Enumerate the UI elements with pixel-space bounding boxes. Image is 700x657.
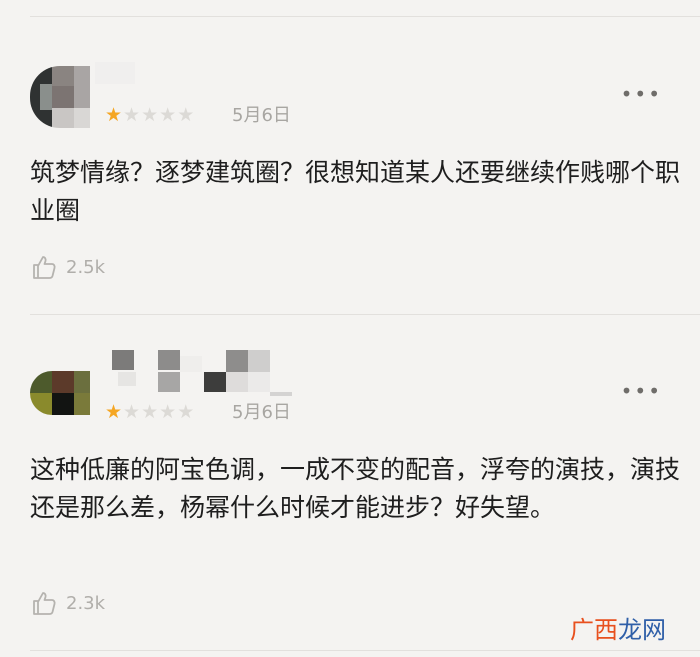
site-watermark: 广西龙网 bbox=[570, 610, 666, 645]
thumbs-up-icon bbox=[30, 589, 58, 617]
more-dots-icon[interactable]: ••• bbox=[621, 84, 662, 104]
review-date: 5月6日 bbox=[232, 105, 291, 126]
like-button[interactable]: 2.5k bbox=[30, 253, 105, 281]
review-text: 这种低廉的阿宝色调，一成不变的配音，浮夸的演技，演技还是那么差，杨幂什么时候才能… bbox=[30, 455, 681, 522]
review-text: 筑梦情缘？逐梦建筑圈？很想知道某人还要继续作贱哪个职业圈 bbox=[30, 158, 681, 225]
top-divider bbox=[30, 16, 700, 17]
star-icon: ★ bbox=[123, 401, 142, 423]
star-icon: ★ bbox=[141, 104, 160, 126]
review-divider bbox=[30, 650, 700, 651]
star-icon: ★ bbox=[177, 104, 196, 126]
rating-stars: ★★★★★ bbox=[105, 401, 195, 423]
star-icon: ★ bbox=[105, 401, 124, 423]
watermark-part1: 广西 bbox=[570, 616, 618, 644]
star-icon: ★ bbox=[123, 104, 142, 126]
watermark-part2: 龙网 bbox=[618, 616, 666, 644]
like-button[interactable]: 2.3k bbox=[30, 589, 105, 617]
rating-stars: ★★★★★ bbox=[105, 104, 195, 126]
more-dots-icon[interactable]: ••• bbox=[621, 381, 662, 401]
star-icon: ★ bbox=[159, 401, 178, 423]
review-divider bbox=[30, 314, 700, 315]
star-icon: ★ bbox=[159, 104, 178, 126]
username-blurred[interactable] bbox=[95, 62, 135, 84]
like-count: 2.5k bbox=[66, 256, 106, 278]
like-count: 2.3k bbox=[66, 592, 106, 614]
avatar[interactable] bbox=[30, 66, 90, 128]
avatar[interactable] bbox=[30, 371, 90, 415]
thumbs-up-icon bbox=[30, 253, 58, 281]
star-icon: ★ bbox=[177, 401, 196, 423]
star-icon: ★ bbox=[141, 401, 160, 423]
star-icon: ★ bbox=[105, 104, 124, 126]
review-date: 5月6日 bbox=[232, 402, 291, 423]
